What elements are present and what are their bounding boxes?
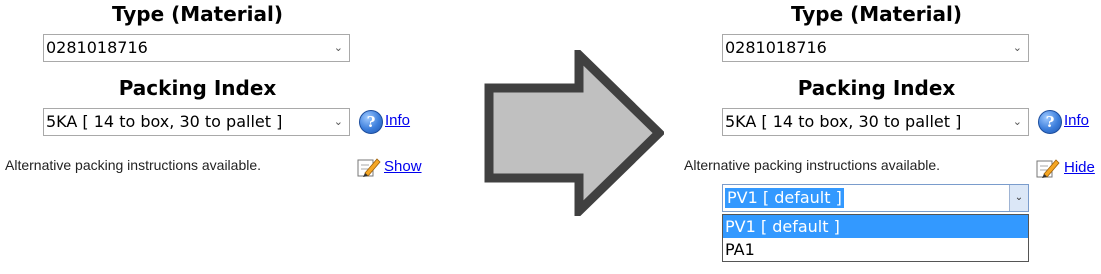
type-select-value: 0281018716 [725, 38, 827, 57]
type-select[interactable]: 0281018716 ⌄ [722, 34, 1029, 62]
list-item[interactable]: PV1 [ default ] [723, 215, 1028, 238]
show-link[interactable]: Show [384, 158, 422, 175]
list-item[interactable]: PA1 [723, 238, 1028, 261]
type-select[interactable]: 0281018716 ⌄ [43, 34, 350, 62]
info-link[interactable]: Info [1064, 112, 1089, 129]
pencil-edit-icon[interactable] [1036, 157, 1060, 179]
chevron-down-icon: ⌄ [1012, 41, 1022, 54]
chevron-down-icon: ⌄ [1012, 115, 1022, 128]
info-link[interactable]: Info [385, 112, 410, 129]
alt-packing-note: Alternative packing instructions availab… [5, 157, 262, 173]
right-arrow-icon [484, 50, 664, 216]
alt-packing-select[interactable]: PV1 [ default ] ⌄ [722, 184, 1029, 212]
packing-select[interactable]: 5KA [ 14 to box, 30 to pallet ] ⌄ [722, 108, 1029, 136]
alt-packing-options-list: PV1 [ default ] PA1 [722, 214, 1029, 262]
info-icon[interactable]: ? [359, 110, 383, 134]
hide-link[interactable]: Hide [1064, 159, 1095, 176]
chevron-down-icon[interactable]: ⌄ [1009, 185, 1028, 211]
packing-select-value: 5KA [ 14 to box, 30 to pallet ] [725, 112, 962, 131]
pencil-edit-icon[interactable] [357, 156, 381, 178]
type-heading: Type (Material) [111, 2, 284, 26]
chevron-down-icon: ⌄ [333, 41, 343, 54]
packing-heading: Packing Index [118, 76, 277, 100]
alt-packing-select-value: PV1 [ default ] [725, 188, 844, 208]
info-icon[interactable]: ? [1038, 110, 1062, 134]
chevron-down-icon: ⌄ [333, 115, 343, 128]
alt-packing-note: Alternative packing instructions availab… [684, 157, 941, 173]
packing-select-value: 5KA [ 14 to box, 30 to pallet ] [46, 112, 283, 131]
type-heading: Type (Material) [790, 2, 963, 26]
packing-select[interactable]: 5KA [ 14 to box, 30 to pallet ] ⌄ [43, 108, 350, 136]
type-select-value: 0281018716 [46, 38, 148, 57]
packing-heading: Packing Index [797, 76, 956, 100]
